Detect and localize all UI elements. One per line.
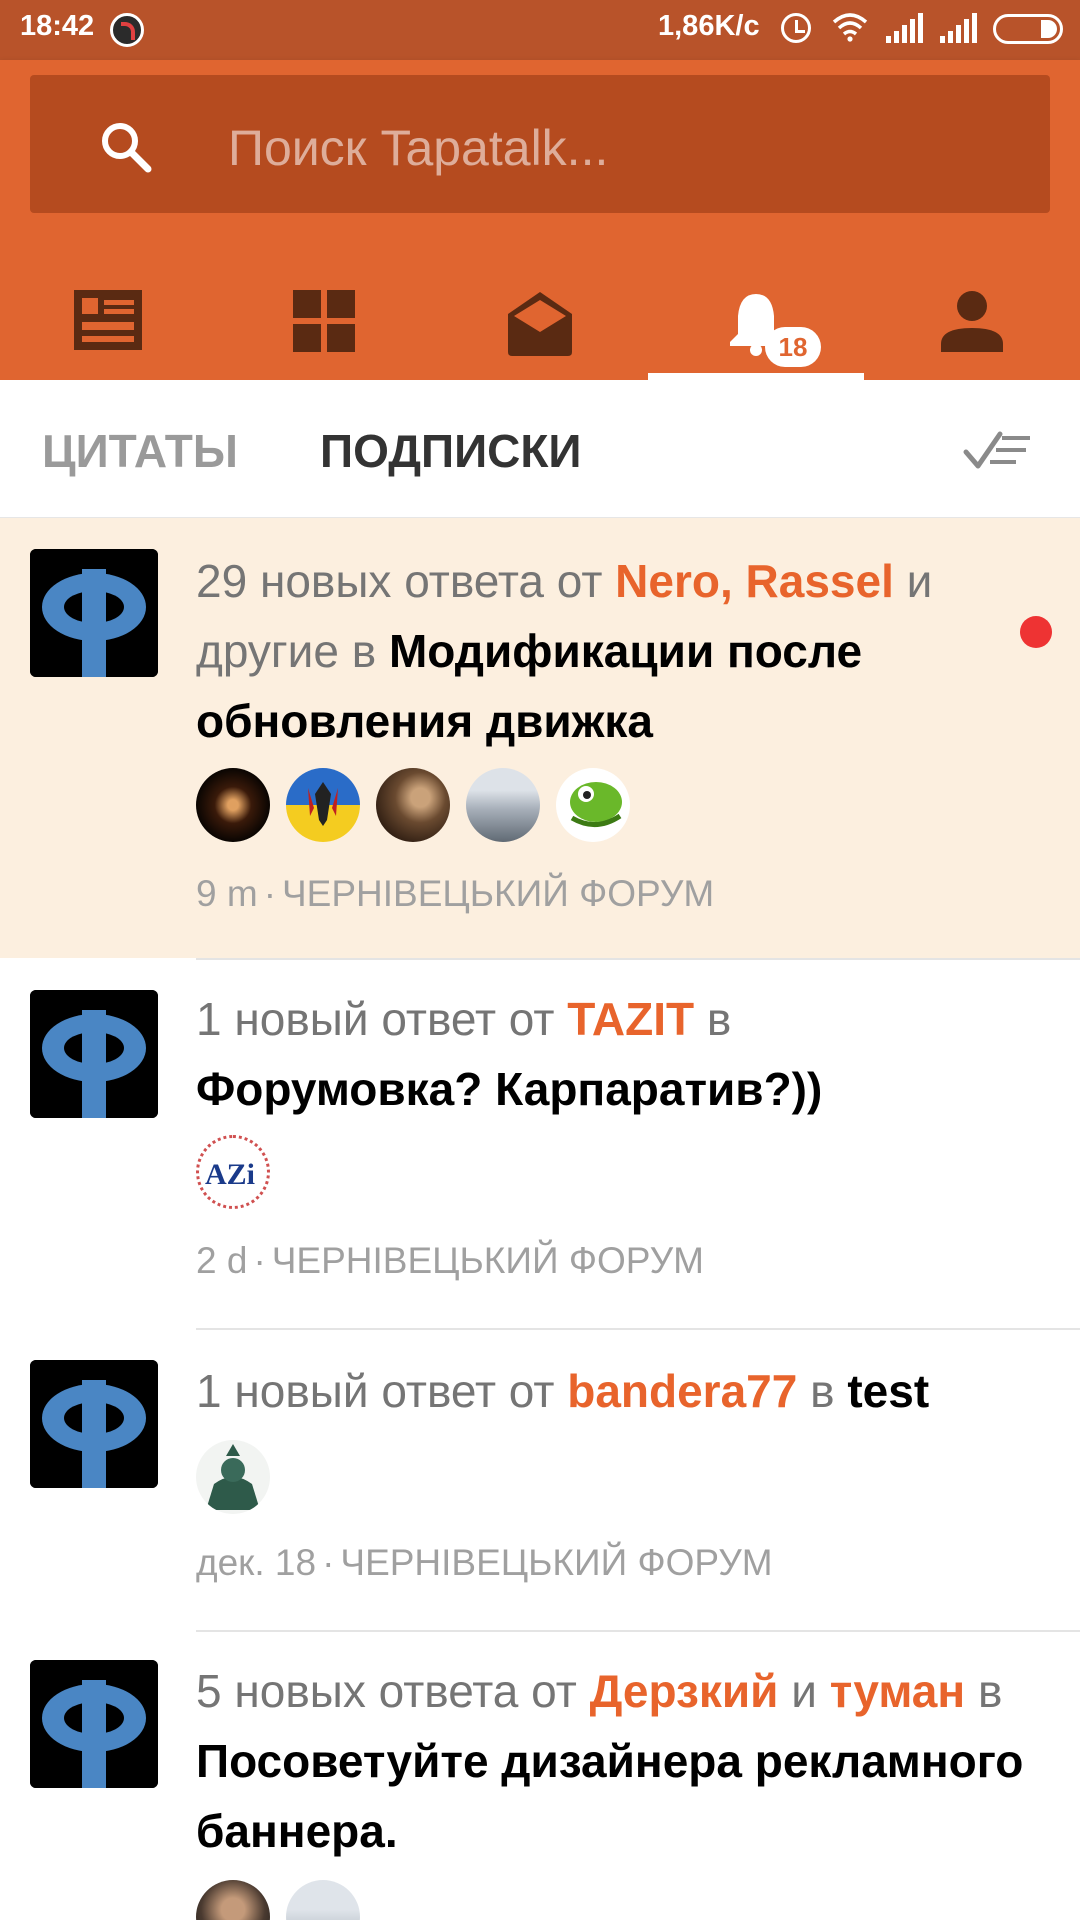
mark-all-read-icon[interactable] <box>962 426 1034 474</box>
app-header: Поиск Tapatalk... 18 <box>0 60 1080 380</box>
timestamp: дек. 18 <box>196 1542 317 1583</box>
notification-meta: 2 d · ЧЕРНІВЕЦЬКИЙ ФОРУМ <box>196 1240 704 1281</box>
user-avatar[interactable] <box>376 768 450 842</box>
user-avatar[interactable] <box>286 768 360 842</box>
reply-count-text: 5 новых ответа от <box>196 1665 577 1717</box>
timestamp: 2 d <box>196 1240 248 1281</box>
connector-text: в <box>977 1665 1003 1717</box>
tab-subscriptions[interactable]: ПОДПИСКИ <box>320 424 582 478</box>
forum-avatar <box>30 990 158 1118</box>
svg-text:AZi: AZi <box>205 1158 255 1191</box>
user-avatar[interactable] <box>196 1440 270 1514</box>
wifi-icon <box>832 13 868 42</box>
notification-count-badge: 18 <box>765 327 821 367</box>
notification-item[interactable]: 1 новый ответ от TAZIT в Форумовка? Карп… <box>0 960 1080 1328</box>
notification-text: 5 новых ответа от Дерзкий и туман в Посо… <box>196 1656 1026 1866</box>
notification-item[interactable]: 5 новых ответа от Дерзкий и туман в Посо… <box>0 1632 1080 1920</box>
alarm-icon <box>781 13 811 43</box>
reply-user[interactable]: bandera77 <box>567 1365 797 1417</box>
notification-text: 29 новых ответа от Nero, Rassel и другие… <box>196 546 1026 756</box>
tab-feed[interactable] <box>0 252 215 380</box>
network-speed: 1,86K/с <box>658 10 760 42</box>
sub-tabs: ЦИТАТЫ ПОДПИСКИ <box>0 380 1080 518</box>
notification-meta: дек. 18 · ЧЕРНІВЕЦЬКИЙ ФОРУМ <box>196 1542 773 1583</box>
feed-icon <box>73 290 142 350</box>
user-avatar[interactable]: AZi <box>196 1135 270 1209</box>
forum-avatar <box>30 1660 158 1788</box>
profile-icon <box>940 291 1003 352</box>
messages-envelope-icon <box>507 292 572 356</box>
battery-icon <box>993 14 1063 44</box>
reply-user[interactable]: TAZIT <box>567 993 694 1045</box>
forum-name: ЧЕРНІВЕЦЬКИЙ ФОРУМ <box>282 873 715 914</box>
thread-title[interactable]: test <box>847 1365 929 1417</box>
user-avatar[interactable] <box>466 768 540 842</box>
connector-text: в <box>810 1365 835 1417</box>
forums-grid-icon <box>292 290 355 352</box>
notification-item[interactable]: 29 новых ответа от Nero, Rassel и другие… <box>0 518 1080 958</box>
notification-text: 1 новый ответ от TAZIT в Форумовка? Карп… <box>196 984 1026 1124</box>
user-avatar[interactable] <box>286 1880 360 1920</box>
tab-forums[interactable] <box>216 252 431 380</box>
reply-user[interactable]: туман <box>830 1665 965 1717</box>
tab-profile[interactable] <box>864 252 1079 380</box>
reply-count-text: 1 новый ответ от <box>196 993 555 1045</box>
forum-name: ЧЕРНІВЕЦЬКИЙ ФОРУМ <box>271 1240 704 1281</box>
status-time: 18:42 <box>20 10 95 42</box>
reply-users[interactable]: Nero, Rassel <box>615 555 894 607</box>
forum-avatar <box>30 1360 158 1488</box>
user-avatar[interactable] <box>196 768 270 842</box>
thread-title[interactable]: Посоветуйте дизайнера рекламного баннера… <box>196 1735 1023 1857</box>
tab-quotes[interactable]: ЦИТАТЫ <box>42 424 238 478</box>
forum-avatar <box>30 549 158 677</box>
unread-indicator <box>1020 616 1052 648</box>
notification-meta: 9 m · ЧЕРНІВЕЦЬКИЙ ФОРУМ <box>196 873 715 914</box>
search-placeholder: Поиск Tapatalk... <box>228 120 609 176</box>
cell-signal-2-icon <box>940 13 977 43</box>
search-input[interactable]: Поиск Tapatalk... <box>30 75 1050 213</box>
tab-messages[interactable] <box>432 252 647 380</box>
cell-signal-icon <box>886 13 923 43</box>
active-tab-indicator <box>648 373 864 380</box>
user-avatar[interactable] <box>556 768 630 842</box>
user-avatar[interactable] <box>196 1880 270 1920</box>
thread-title[interactable]: Форумовка? Карпаратив?)) <box>196 1063 822 1115</box>
notification-text: 1 новый ответ от bandera77 в test <box>196 1356 1026 1426</box>
forum-name: ЧЕРНІВЕЦЬКИЙ ФОРУМ <box>340 1542 773 1583</box>
reply-count-text: 29 новых ответа от <box>196 555 603 607</box>
app-notification-icon <box>110 13 144 47</box>
tab-notifications[interactable]: 18 <box>648 252 863 380</box>
search-icon <box>102 123 152 173</box>
status-bar: 18:42 1,86K/с <box>0 0 1080 60</box>
connector-text: и <box>791 1665 817 1717</box>
timestamp: 9 m <box>196 873 258 914</box>
reply-count-text: 1 новый ответ от <box>196 1365 555 1417</box>
notification-item[interactable]: 1 новый ответ от bandera77 в test дек. 1… <box>0 1330 1080 1630</box>
connector-text: в <box>706 993 732 1045</box>
reply-user[interactable]: Дерзкий <box>590 1665 779 1717</box>
